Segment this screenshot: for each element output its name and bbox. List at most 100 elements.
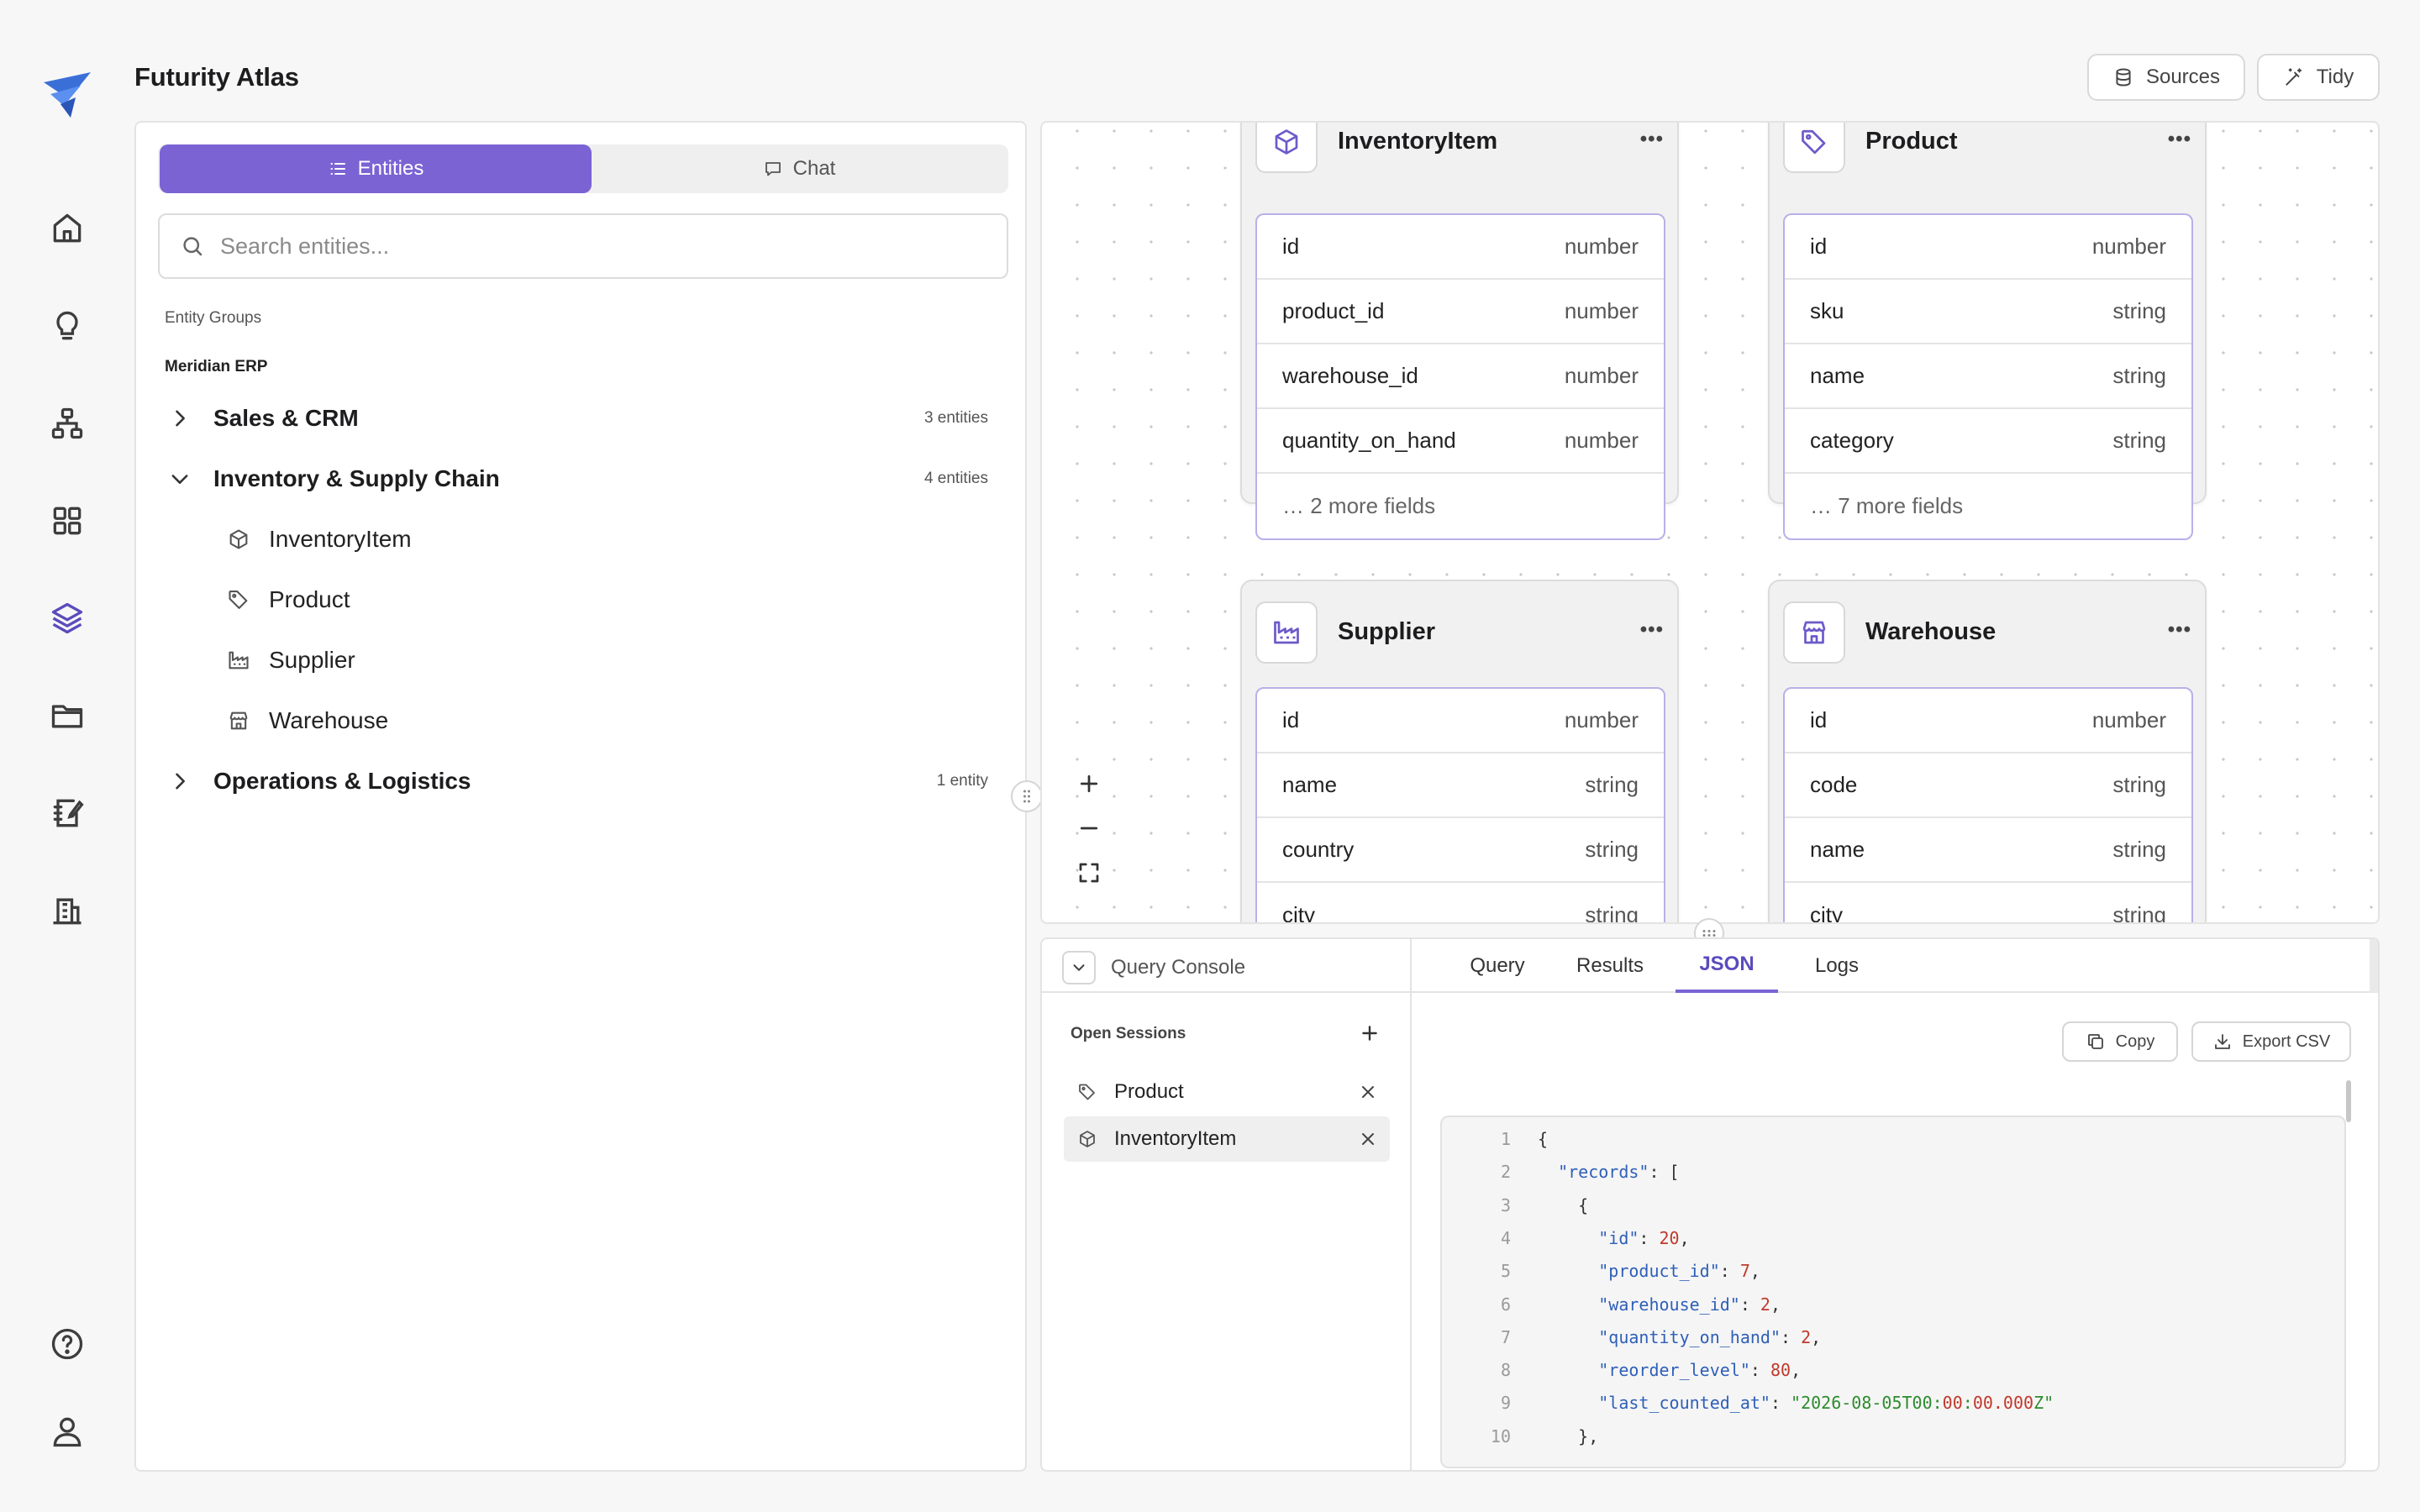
close-icon[interactable] bbox=[1358, 1129, 1378, 1149]
search-input[interactable] bbox=[220, 233, 976, 260]
field-name: id bbox=[1282, 707, 1300, 732]
tab-json[interactable]: JSON bbox=[1676, 939, 1778, 993]
more-fields-row[interactable]: … 7 more fields bbox=[1785, 474, 2191, 538]
code-line: 8 "reorder_level": 80, bbox=[1442, 1355, 2344, 1385]
nav-entities[interactable] bbox=[39, 590, 96, 647]
card-more-menu[interactable]: ••• bbox=[2168, 618, 2191, 642]
field-row[interactable]: quantity_on_hand number bbox=[1257, 409, 1664, 474]
nav-help[interactable] bbox=[39, 1315, 96, 1373]
section-label: Entity Groups bbox=[165, 309, 262, 327]
card-more-menu[interactable]: ••• bbox=[1640, 128, 1664, 151]
app-logo bbox=[39, 66, 96, 123]
field-row[interactable]: id number bbox=[1785, 215, 2191, 280]
folder-icon bbox=[51, 705, 83, 728]
search-field[interactable] bbox=[158, 213, 1008, 279]
group-operations-logistics[interactable]: Operations & Logistics 1 entity bbox=[165, 759, 1005, 803]
field-name: quantity_on_hand bbox=[1282, 428, 1456, 453]
field-name: name bbox=[1810, 837, 1865, 862]
add-session-button[interactable] bbox=[1353, 1016, 1386, 1050]
zoom-in-button[interactable] bbox=[1071, 765, 1107, 802]
line-number: 4 bbox=[1500, 1227, 1511, 1248]
nav-files[interactable] bbox=[39, 687, 96, 744]
card-more-menu[interactable]: ••• bbox=[2168, 128, 2191, 151]
session-item-product[interactable]: Product bbox=[1064, 1069, 1390, 1115]
nav-dashboard[interactable] bbox=[39, 492, 96, 549]
console-tabs: Query Results JSON Logs bbox=[1412, 939, 2378, 993]
copy-button[interactable]: Copy bbox=[2062, 1021, 2178, 1062]
tab-results[interactable]: Results bbox=[1556, 939, 1664, 993]
line-number: 6 bbox=[1500, 1294, 1511, 1315]
code-text: { bbox=[1538, 1129, 1549, 1149]
group-count: 4 entities bbox=[923, 470, 988, 487]
group-inventory-supply-chain[interactable]: Inventory & Supply Chain 4 entities bbox=[165, 457, 1005, 501]
tag-icon bbox=[229, 591, 248, 609]
tab-query[interactable]: Query bbox=[1450, 939, 1544, 993]
field-row[interactable]: code string bbox=[1785, 753, 2191, 818]
console-header: Query Console bbox=[1042, 939, 1410, 993]
more-fields-row[interactable]: … 2 more fields bbox=[1257, 474, 1664, 538]
schema-canvas[interactable]: InventoryItem ••• id number product_id num… bbox=[1040, 121, 2380, 924]
entity-item-product[interactable]: Product bbox=[227, 578, 350, 622]
field-row[interactable]: sku string bbox=[1785, 280, 2191, 344]
line-number: 8 bbox=[1500, 1360, 1511, 1381]
nav-insights[interactable] bbox=[39, 297, 96, 354]
field-row[interactable]: city string bbox=[1257, 883, 1664, 922]
export-label: Export CSV bbox=[2242, 1032, 2331, 1051]
panel-resize-handle[interactable] bbox=[1011, 780, 1043, 812]
field-list: id number name string country string city st… bbox=[1255, 687, 1665, 922]
entity-item-inventoryitem[interactable]: InventoryItem bbox=[227, 517, 412, 561]
field-row[interactable]: name string bbox=[1785, 818, 2191, 883]
tab-entities-label: Entities bbox=[357, 157, 424, 180]
export-csv-button[interactable]: Export CSV bbox=[2191, 1021, 2351, 1062]
entity-card-warehouse[interactable]: Warehouse ••• id number code string name st… bbox=[1768, 580, 2207, 924]
nav-profile[interactable] bbox=[39, 1403, 96, 1460]
entity-item-supplier[interactable]: Supplier bbox=[227, 638, 355, 682]
field-row[interactable]: warehouse_id number bbox=[1257, 344, 1664, 409]
field-type: string bbox=[2112, 837, 2166, 862]
json-viewer[interactable]: 1{2 "records": [3 {4 "id": 20, 5 "product… bbox=[1440, 1116, 2346, 1468]
nav-home[interactable] bbox=[39, 200, 96, 257]
entity-card-supplier[interactable]: Supplier ••• id number name string country… bbox=[1240, 580, 1679, 922]
console-scrollbar[interactable] bbox=[2370, 939, 2378, 993]
line-number: 9 bbox=[1500, 1393, 1511, 1414]
close-icon[interactable] bbox=[1358, 1082, 1378, 1102]
card-more-menu[interactable]: ••• bbox=[1640, 618, 1664, 642]
field-row[interactable]: id number bbox=[1257, 689, 1664, 753]
field-row[interactable]: category string bbox=[1785, 409, 2191, 474]
field-name: code bbox=[1810, 772, 1858, 797]
field-row[interactable]: id number bbox=[1785, 689, 2191, 753]
tab-logs[interactable]: Logs bbox=[1790, 939, 1884, 993]
entity-item-warehouse[interactable]: Warehouse bbox=[227, 699, 388, 743]
fit-view-button[interactable] bbox=[1071, 854, 1107, 891]
field-list: id number code string name string city strin… bbox=[1783, 687, 2193, 924]
field-row[interactable]: product_id number bbox=[1257, 280, 1664, 344]
nav-notebook[interactable] bbox=[39, 785, 96, 842]
entity-label: InventoryItem bbox=[269, 526, 412, 552]
field-row[interactable]: name string bbox=[1785, 344, 2191, 409]
line-number: 7 bbox=[1500, 1326, 1511, 1347]
field-type: string bbox=[2112, 902, 2166, 924]
store-icon bbox=[229, 711, 248, 730]
code-line: 1{ bbox=[1442, 1124, 2344, 1154]
copy-label: Copy bbox=[2115, 1032, 2155, 1051]
field-type: number bbox=[1564, 298, 1639, 323]
tidy-button[interactable]: Tidy bbox=[2257, 54, 2380, 101]
entity-card-product[interactable]: Product ••• id number sku string name strin… bbox=[1768, 123, 2207, 540]
field-row[interactable]: city string bbox=[1785, 883, 2191, 924]
group-sales-crm[interactable]: Sales & CRM 3 entities bbox=[165, 396, 1005, 440]
field-row[interactable]: id number bbox=[1257, 215, 1664, 280]
json-scrollbar[interactable] bbox=[2346, 1080, 2351, 1122]
tab-entities[interactable]: Entities bbox=[160, 144, 592, 193]
tab-chat[interactable]: Chat bbox=[590, 144, 1008, 193]
nav-model[interactable] bbox=[39, 395, 96, 452]
nav-organization[interactable] bbox=[39, 882, 96, 939]
field-row[interactable]: country string bbox=[1257, 818, 1664, 883]
zoom-out-button[interactable] bbox=[1071, 810, 1107, 847]
sources-label: Sources bbox=[2145, 66, 2221, 88]
session-item-inventoryitem[interactable]: InventoryItem bbox=[1064, 1116, 1390, 1162]
sources-button[interactable]: Sources bbox=[2087, 54, 2245, 101]
field-row[interactable]: name string bbox=[1257, 753, 1664, 818]
entity-card-inventoryitem[interactable]: InventoryItem ••• id number product_id num… bbox=[1240, 123, 1679, 540]
collapse-console-button[interactable] bbox=[1062, 951, 1096, 984]
session-label: Product bbox=[1114, 1080, 1184, 1103]
